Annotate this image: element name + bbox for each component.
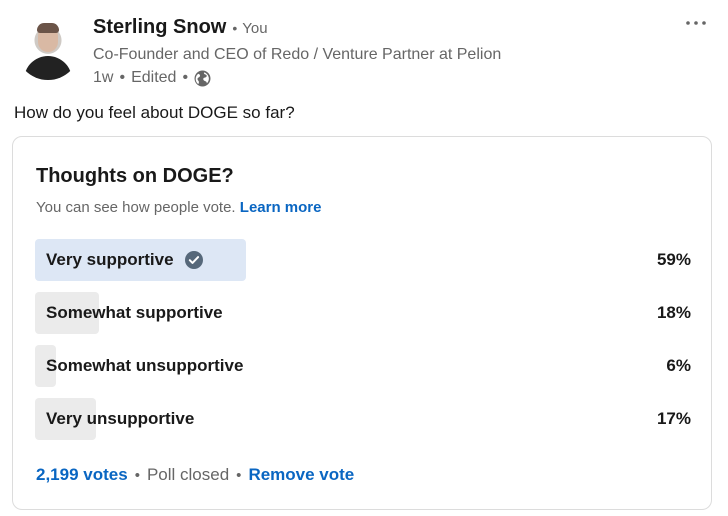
author-name[interactable]: Sterling Snow — [93, 16, 226, 39]
avatar[interactable] — [16, 16, 80, 80]
poll-option-percent: 59% — [656, 250, 691, 269]
post-time[interactable]: 1w — [93, 69, 113, 87]
poll-option-label: Somewhat unsupportive — [46, 356, 243, 376]
poll-title: Thoughts on DOGE? — [36, 165, 234, 187]
poll-card: Thoughts on DOGE? You can see how people… — [12, 136, 712, 510]
poll-option-label: Very unsupportive — [46, 409, 194, 429]
poll-option: Very unsupportive 17% — [35, 398, 691, 440]
author-relation: You — [242, 20, 268, 37]
poll-subtitle: You can see how people vote. Learn more — [36, 199, 321, 216]
separator: • — [182, 69, 189, 86]
poll-option-percent: 17% — [656, 409, 691, 428]
poll-option-text: Somewhat unsupportive — [46, 356, 244, 375]
poll-option: Very supportive 59% — [35, 239, 691, 281]
poll-subtitle-text: You can see how people vote. — [36, 199, 236, 216]
poll-option-text: Very unsupportive — [46, 409, 195, 428]
poll-option-percent: 6% — [666, 356, 691, 375]
learn-more-link[interactable]: Learn more — [240, 199, 322, 216]
edited-label: Edited — [131, 69, 177, 86]
separator: • — [232, 20, 238, 36]
post-header: Sterling Snow • You Co-Founder and CEO o… — [16, 15, 712, 95]
check-circle-icon — [184, 250, 204, 270]
poll-option-percent: 18% — [656, 303, 691, 322]
votes-link[interactable]: 2,199 votes — [36, 465, 128, 485]
post-meta: 1w • Edited • — [93, 69, 211, 87]
separator: • — [119, 69, 126, 86]
poll-option-label: Somewhat supportive — [46, 303, 223, 323]
poll-status: Poll closed — [146, 465, 230, 484]
remove-vote-link[interactable]: Remove vote — [248, 465, 354, 485]
poll-option-text: Very supportive — [46, 250, 174, 269]
separator: • — [134, 467, 140, 484]
separator: • — [236, 467, 242, 484]
author-line: Sterling Snow • You — [93, 16, 268, 44]
author-headline: Co-Founder and CEO of Redo / Venture Par… — [93, 46, 502, 63]
globe-icon — [194, 70, 211, 87]
poll-option: Somewhat unsupportive 6% — [35, 345, 691, 387]
more-options-icon[interactable] — [684, 15, 708, 35]
poll-option: Somewhat supportive 18% — [35, 292, 691, 334]
poll-footer: 2,199 votes • Poll closed • Remove vote — [36, 465, 354, 485]
post-text: How do you feel about DOGE so far? — [14, 103, 295, 122]
poll-option-text: Somewhat supportive — [46, 303, 223, 322]
poll-option-label: Very supportive — [46, 250, 204, 270]
